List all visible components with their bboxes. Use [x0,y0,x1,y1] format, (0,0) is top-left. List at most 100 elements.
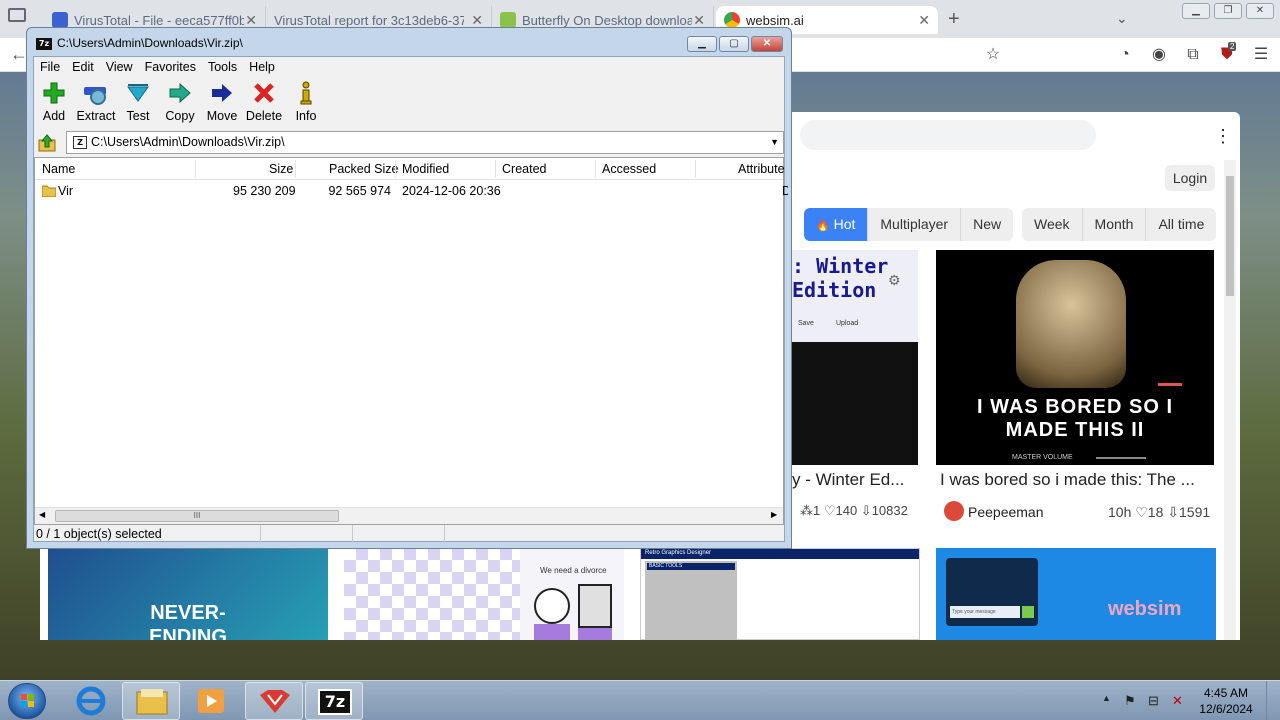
clock-date: 12/6/2024 [1199,702,1253,716]
start-button[interactable] [8,683,46,719]
new-tab-icon[interactable]: + [948,8,960,31]
menu-tools[interactable]: Tools [202,57,243,77]
app-red-icon[interactable] [245,682,303,720]
scrollbar-thumb[interactable]: III [55,510,339,522]
scroll-right-icon[interactable]: ▶ [771,510,777,519]
page-scrollbar[interactable] [1224,160,1236,640]
media-player-icon[interactable] [182,682,240,720]
more-options-icon[interactable]: ⋮ [1214,126,1232,147]
info-button[interactable]: Info [281,79,331,123]
list-header: Name Size Packed Size Modified Created A… [35,158,785,180]
scroll-left-icon[interactable]: ◀ [39,510,45,519]
close-button[interactable]: ✕ [751,36,783,52]
thumb-text-line1: I WAS BORED SO I [976,396,1174,418]
column-name[interactable]: Name [42,162,75,176]
7zip-icon[interactable]: 7z [305,682,363,720]
star-icon[interactable]: ☆ [982,44,1004,66]
sidebar-toggle-icon[interactable] [8,8,26,22]
windows-logo-icon [21,694,34,707]
thumb-save: Save [798,320,814,327]
explorer-icon[interactable] [122,682,180,720]
browser-maximize-button[interactable]: ❐ [1214,3,1242,19]
browser-close-button[interactable]: ✕ [1246,3,1274,19]
address-field[interactable]: Z C:\Users\Admin\Downloads\Vir.zip\ ▼ [66,131,784,154]
chevron-down-icon[interactable]: ▼ [770,132,779,153]
extensions-icon[interactable]: ⧉ [1182,44,1204,66]
bear-image [1016,260,1126,388]
menu-file[interactable]: File [34,57,66,77]
thumb-title-line1: : Winter [792,254,889,278]
project-card[interactable]: I WAS BORED SO I MADE THIS II MASTER VOL… [936,250,1216,530]
websim-favicon-icon [724,12,740,28]
clock[interactable]: 4:45 AM 12/6/2024 [1196,685,1256,717]
menu-edit[interactable]: Edit [66,57,100,77]
browser-minimize-button[interactable]: ▁ [1182,3,1210,19]
tab-all-time[interactable]: All time [1146,208,1216,241]
column-size[interactable]: Size [269,162,293,176]
tab-hot[interactable]: 🔥 Hot [804,208,869,241]
horizontal-scrollbar[interactable]: ◀ III ▶ [35,507,783,524]
tab-week[interactable]: Week [1022,208,1083,241]
up-folder-icon[interactable] [38,134,56,152]
archive-icon: Z [73,136,87,149]
page-search-bar[interactable] [800,120,1096,150]
menu-view[interactable]: View [100,57,139,77]
tab-title: websim.ai [746,12,804,28]
menu-icon[interactable]: ☰ [1250,44,1272,66]
chat-input[interactable]: Type your message [950,606,1020,618]
close-tab-icon[interactable]: ✕ [693,12,705,29]
minimize-button[interactable]: ▁ [687,36,717,52]
close-tab-icon[interactable]: ✕ [245,12,257,29]
column-attributes[interactable]: Attribute [738,162,785,176]
7zip-taskbar-label: 7z [318,689,352,715]
table-row[interactable]: Vir 95 230 209 92 565 974 2024-12-06 20:… [35,181,788,202]
column-packed-size[interactable]: Packed Size [329,162,398,176]
login-button[interactable]: Login [1165,165,1215,191]
column-accessed[interactable]: Accessed [602,162,656,176]
tray-expand-icon[interactable]: ▲ [1102,693,1111,703]
show-desktop-button[interactable] [1266,681,1278,720]
network-icon[interactable]: ⊟ [1148,693,1159,709]
menu-favorites[interactable]: Favorites [139,57,202,77]
virustotal-favicon-icon [52,12,68,28]
account-icon[interactable]: ◉ [1148,44,1170,66]
internet-explorer-icon[interactable] [62,682,120,720]
project-card[interactable]: We need a divorce [344,548,624,640]
tab-title: VirusTotal report for 3c13deb6-372... [274,12,464,28]
card-author[interactable]: Peepeeman [968,504,1044,520]
info-label: Info [295,109,317,123]
project-card[interactable]: NEVER- ENDING [48,548,328,640]
menu-help[interactable]: Help [243,57,281,77]
card-title[interactable]: I was bored so i made this: The ... [940,470,1210,490]
avatar[interactable] [944,501,964,521]
thumb-upload: Upload [836,320,859,327]
7zip-client: File Edit View Favorites Tools Help Add … [33,56,788,543]
timer-icon[interactable]: ◔ [1114,44,1136,66]
tab-list-icon[interactable]: ⌄ [1116,10,1128,27]
tab-multiplayer[interactable]: Multiplayer [868,208,962,241]
column-created[interactable]: Created [502,162,546,176]
maximize-button[interactable]: ▢ [719,36,749,52]
tab-new[interactable]: New [961,208,1013,241]
thumb-caption: MASTER VOLUME [1012,454,1073,461]
tab-month[interactable]: Month [1083,208,1147,241]
cell-name: Vir [58,184,74,198]
column-modified[interactable]: Modified [402,162,449,176]
file-list[interactable]: Name Size Packed Size Modified Created A… [34,157,788,525]
close-tab-icon[interactable]: ✕ [918,12,930,29]
close-tab-icon[interactable]: ✕ [471,12,483,29]
folder-icon [41,184,57,202]
flag-icon[interactable]: ⚑ [1124,693,1136,709]
card-thumb-text: NEVER- [150,602,226,624]
toolbar: Add Extract Test Copy Move Delete Info [34,77,784,129]
card-title[interactable]: y - Winter Ed... [792,470,918,490]
project-card[interactable]: Retro Graphics Designer BASIC TOOLS [640,548,920,640]
volume-muted-icon[interactable]: ✕ [1172,693,1183,709]
card-stats: 10h ♡18 ⇩1591 [1108,504,1211,520]
7zip-titlebar[interactable]: 7z C:\Users\Admin\Downloads\Vir.zip\ ▁ ▢… [27,28,791,58]
page-scrollbar-thumb[interactable] [1226,176,1234,296]
scroll-grip: III [193,511,201,520]
tab-title: VirusTotal - File - eeca577ff0b... [74,12,244,28]
retro-title: Retro Graphics Designer [645,550,712,556]
project-card[interactable]: Type your message websim [936,548,1216,640]
